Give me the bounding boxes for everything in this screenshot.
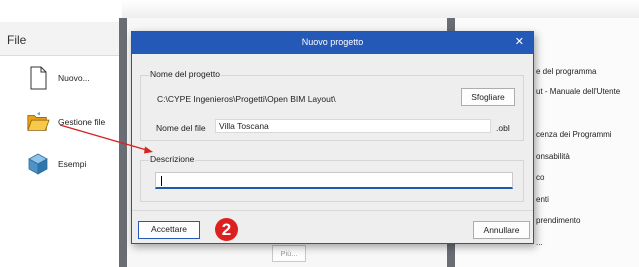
step-number-badge: 2 [215,218,238,241]
annotation-arrow [59,124,153,154]
